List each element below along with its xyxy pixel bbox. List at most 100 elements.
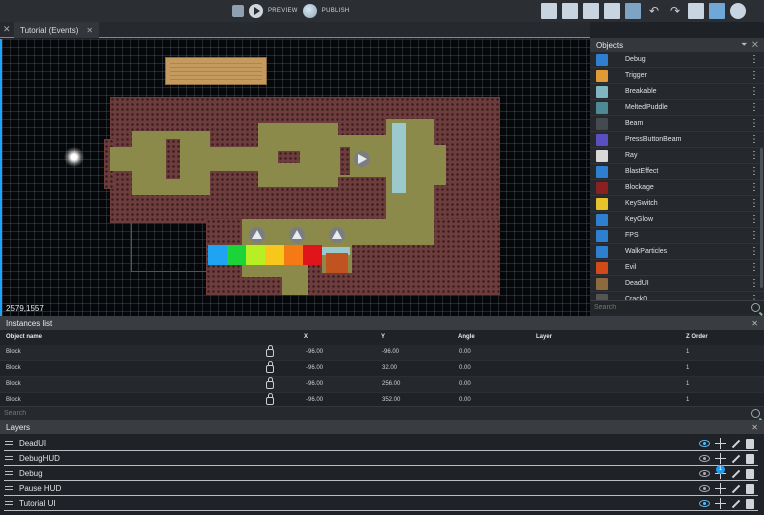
objects-search-input[interactable] [594,304,714,311]
copy-icon[interactable] [625,3,641,19]
layer-row[interactable]: Pause HUD [4,481,758,496]
object-item[interactable]: PressButtonBeam ⋮ [590,132,764,148]
layer-row[interactable]: Tutorial UI [4,496,758,511]
cell-x[interactable]: -96.00 [306,365,323,371]
more-options-icon[interactable]: ⋮ [748,134,760,145]
close-all-tabs-icon[interactable]: ✕ [3,24,11,35]
cell-angle[interactable]: 0.00 [459,365,471,371]
tiles-icon[interactable] [562,3,578,19]
object-item[interactable]: MeltedPuddle ⋮ [590,100,764,116]
globe-icon[interactable] [302,4,317,18]
objects-scrollbar[interactable] [760,148,763,288]
cell-y[interactable]: 32.00 [382,365,397,371]
move-icon[interactable] [715,483,726,494]
drag-handle-icon[interactable] [5,471,13,475]
breakable-ice[interactable] [392,123,406,193]
visibility-icon[interactable] [699,500,710,507]
floor-tile[interactable] [110,147,132,171]
col-layer[interactable]: Layer [536,334,552,340]
object-item[interactable]: WalkParticles ⋮ [590,244,764,260]
more-options-icon[interactable]: ⋮ [748,86,760,97]
beam-sprite[interactable] [289,227,305,243]
layer-row[interactable]: DeadUI [4,436,758,451]
trash-icon[interactable] [746,468,754,479]
cell-z-order[interactable]: 1 [686,381,689,387]
visibility-icon[interactable] [699,485,710,492]
move-icon[interactable] [715,438,726,449]
more-options-icon[interactable]: ⋮ [748,166,760,177]
lock-icon[interactable] [266,393,274,405]
drag-handle-icon[interactable] [5,486,13,490]
redo-icon[interactable]: ↷ [667,3,683,19]
instances-search-input[interactable] [4,410,204,417]
object-item[interactable]: Ray ⋮ [590,148,764,164]
cell-angle[interactable]: 0.00 [459,349,471,355]
object-item[interactable]: KeyGlow ⋮ [590,212,764,228]
drag-handle-icon[interactable] [5,501,13,505]
search-icon[interactable] [751,303,760,312]
edit-icon[interactable] [731,469,741,478]
preview-button[interactable]: PREVIEW [268,8,298,14]
light-sprite[interactable] [64,147,84,167]
cell-y[interactable]: -96.00 [382,349,399,355]
monitor-icon[interactable] [688,3,704,19]
visibility-icon[interactable] [699,440,710,447]
col-x[interactable]: X [304,334,308,340]
more-options-icon[interactable]: ⋮ [748,230,760,241]
cell-angle[interactable]: 0.00 [459,397,471,403]
evil-sprite[interactable] [326,253,348,273]
more-options-icon[interactable]: ⋮ [748,294,760,300]
more-options-icon[interactable]: ⋮ [748,246,760,257]
drag-handle-icon[interactable] [5,456,13,460]
filter-icon[interactable]: ⏷ [741,40,747,49]
beam-sprite[interactable] [249,227,265,243]
cell-y[interactable]: 352.00 [382,397,400,403]
trash-icon[interactable] [746,498,754,509]
more-options-icon[interactable]: ⋮ [748,182,760,193]
more-options-icon[interactable]: ⋮ [748,54,760,65]
col-angle[interactable]: Angle [458,334,475,340]
lock-icon[interactable] [266,377,274,389]
image-icon[interactable] [583,3,599,19]
more-options-icon[interactable]: ⋮ [748,102,760,113]
list-icon[interactable] [604,3,620,19]
cell-x[interactable]: -96.00 [306,381,323,387]
drag-handle-icon[interactable] [5,441,13,445]
scene-canvas[interactable]: 2579,1557 [0,39,590,316]
object-item[interactable]: Breakable ⋮ [590,84,764,100]
cell-z-order[interactable]: 1 [686,397,689,403]
trash-icon[interactable] [746,438,754,449]
object-item[interactable]: Evil ⋮ [590,260,764,276]
play-icon[interactable] [249,4,263,18]
layer-row[interactable]: DebugHUD [4,451,758,466]
table-row[interactable]: Block -96.00 256.00 0.00 1 [0,377,764,393]
more-options-icon[interactable]: ⋮ [748,262,760,273]
col-y[interactable]: Y [381,334,385,340]
col-z-order[interactable]: Z Order [686,334,708,340]
object-item[interactable]: Debug ⋮ [590,52,764,68]
floor-tile[interactable] [242,265,282,277]
beam-sprite[interactable] [329,227,345,243]
move-icon[interactable] [715,453,726,464]
more-options-icon[interactable]: ⋮ [748,150,760,161]
visibility-icon[interactable] [699,455,710,462]
ray-bar[interactable] [208,245,322,265]
brick-pillar[interactable] [340,147,350,175]
visibility-icon[interactable] [699,470,710,477]
cell-z-order[interactable]: 1 [686,365,689,371]
sign-sprite[interactable] [165,57,267,85]
debug-run-icon[interactable] [232,5,244,17]
search-icon[interactable] [751,409,760,418]
cell-z-order[interactable]: 1 [686,349,689,355]
edit-icon[interactable] [731,439,741,448]
trash-icon[interactable] [746,483,754,494]
object-item[interactable]: KeySwitch ⋮ [590,196,764,212]
grid-icon[interactable] [709,3,725,19]
more-options-icon[interactable]: ⋮ [748,70,760,81]
floor-tile[interactable] [432,145,446,185]
lock-icon[interactable] [266,345,274,357]
close-icon[interactable]: ✕ [751,319,758,328]
layer-row[interactable]: Debug 1 [4,465,758,481]
layout-icon[interactable] [541,3,557,19]
table-row[interactable]: Block -96.00 32.00 0.00 1 [0,361,764,377]
